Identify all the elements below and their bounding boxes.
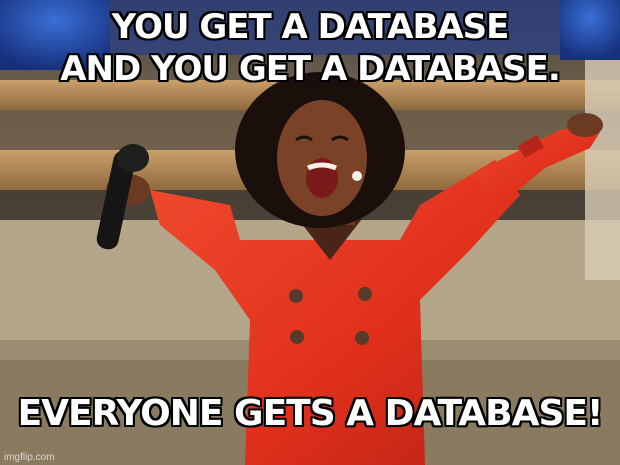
top-caption-line-2: AND YOU GET A DATABASE. (59, 48, 562, 90)
dress-button (355, 331, 369, 345)
top-caption-line-1: YOU GET A DATABASE (111, 6, 511, 48)
top-caption: YOU GET A DATABASE AND YOU GET A DATABAS… (0, 6, 620, 90)
dress-button (290, 330, 304, 344)
dress-button (358, 287, 372, 301)
right-hand (567, 113, 603, 137)
dress-button (289, 289, 303, 303)
meme-image: YOU GET A DATABASE AND YOU GET A DATABAS… (0, 0, 620, 465)
bottom-caption: EVERYONE GETS A DATABASE! (17, 392, 605, 435)
imgflip-watermark: imgflip.com (4, 452, 55, 463)
